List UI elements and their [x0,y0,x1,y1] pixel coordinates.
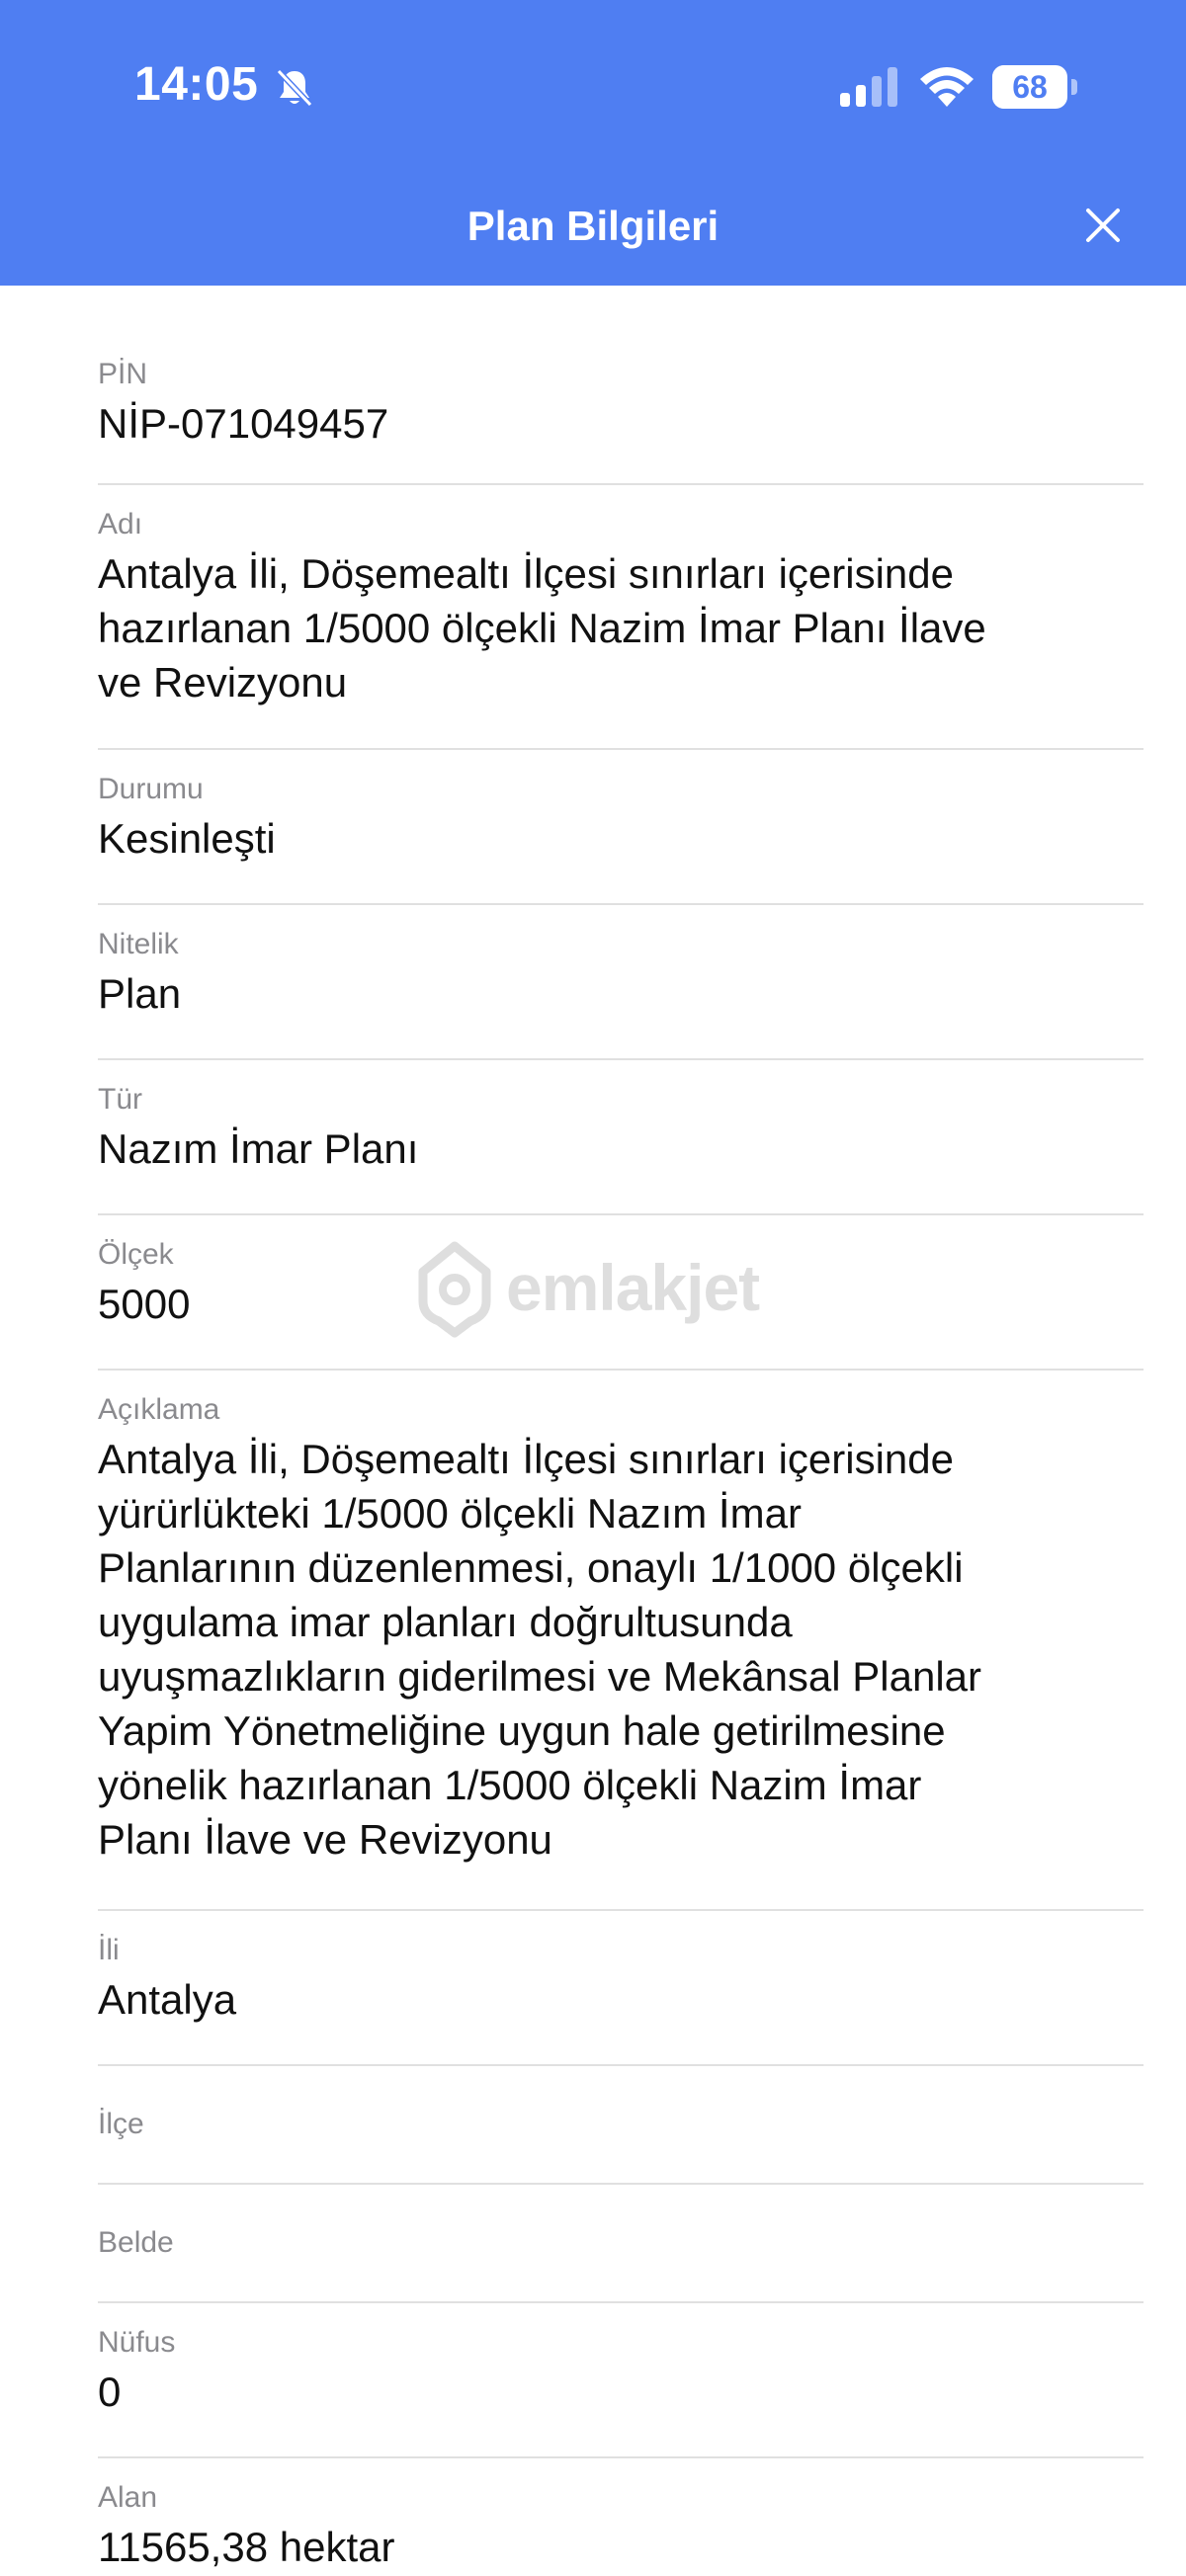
field-value: Antalya [98,1976,237,2023]
field-town: Belde [98,2185,1144,2303]
status-time: 14:05 [134,58,259,111]
battery-level: 68 [1012,69,1048,105]
field-label: PİN [98,358,148,390]
cellular-signal-icon [840,67,897,107]
field-label: Ölçek [98,1238,174,1271]
wifi-icon [920,67,974,107]
field-value: Antalya İli, Döşemealtı İlçesi sınırları… [98,550,986,706]
field-value: NİP-071049457 [98,400,389,447]
field-value: 11565,38 hektar [98,2524,395,2570]
field-value: Plan [98,970,182,1017]
field-label: İli [98,1934,120,1966]
field-label: Nitelik [98,928,179,960]
field-pin: PİN NİP-071049457 [98,286,1144,485]
field-label: Durumu [98,773,204,805]
field-scale: Ölçek 5000 [98,1215,1144,1371]
field-status: Durumu Kesinleşti [98,750,1144,905]
field-name: Adı Antalya İli, Döşemealtı İlçesi sınır… [98,485,1144,750]
field-description: Açıklama Antalya İli, Döşemealtı İlçesi … [98,1371,1144,1911]
field-population: Nüfus 0 [98,2303,1144,2458]
field-district: İlçe [98,2066,1144,2185]
field-attribute: Nitelik Plan [98,905,1144,1060]
app-header: 14:05 68 Plan Bilgileri [0,0,1186,286]
field-label: Adı [98,508,143,540]
battery-icon: 68 [992,65,1077,109]
field-label: Alan [98,2481,158,2514]
field-label: Nüfus [98,2326,176,2359]
field-value: Nazım İmar Planı [98,1125,419,1172]
field-value: 0 [98,2368,122,2415]
field-province: İli Antalya [98,1911,1144,2066]
field-type: Tür Nazım İmar Planı [98,1060,1144,1215]
field-area: Alan 11565,38 hektar [98,2458,1144,2576]
page-title: Plan Bilgileri [466,203,720,249]
field-label: Tür [98,1083,142,1116]
close-icon[interactable] [1081,204,1125,247]
field-label: Açıklama [98,1393,220,1426]
field-value: Kesinleşti [98,815,276,862]
field-value: Antalya İli, Döşemealtı İlçesi sınırları… [98,1436,982,1863]
field-label: İlçe [98,2108,144,2140]
field-label: Belde [98,2226,174,2259]
bell-muted-icon [276,68,313,108]
field-value: 5000 [98,1281,191,1327]
